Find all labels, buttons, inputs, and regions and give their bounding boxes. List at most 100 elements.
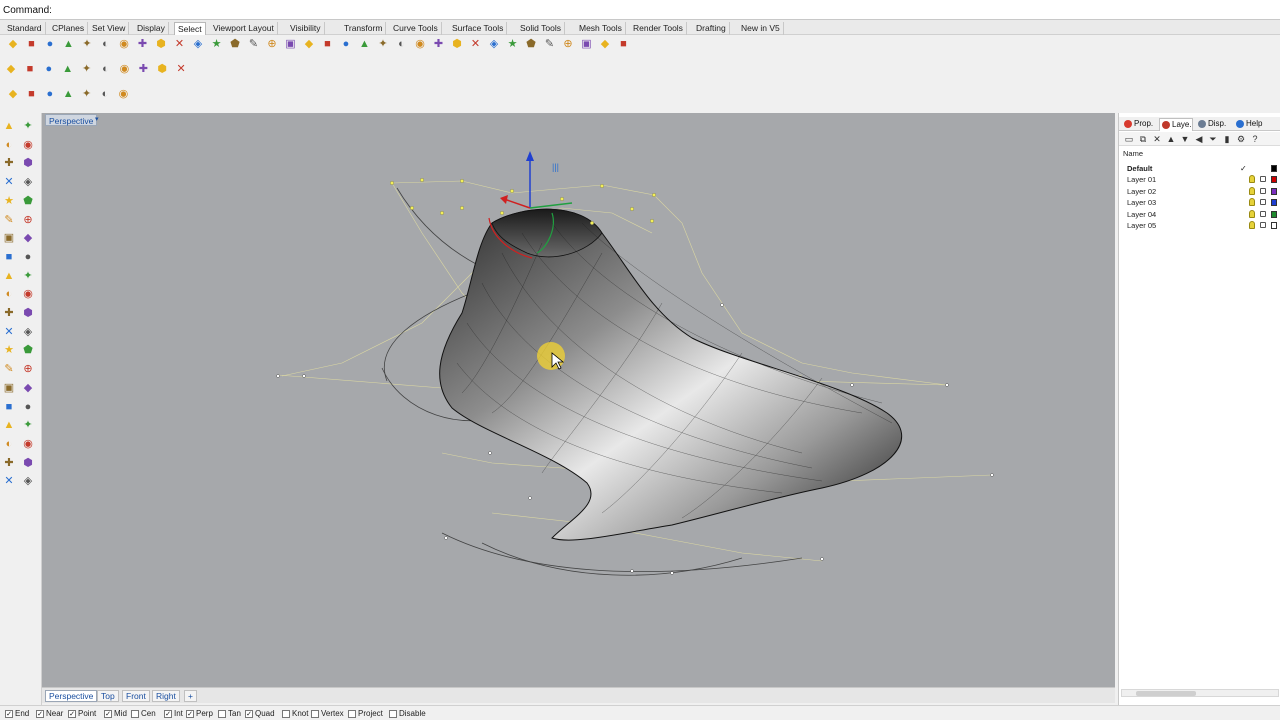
select-color-icon[interactable]: ✎ (247, 37, 261, 51)
toolbar-tab-curve-tools[interactable]: Curve Tools (390, 22, 442, 35)
osnap-checkbox[interactable] (348, 710, 356, 718)
layer-lock-icon[interactable] (1260, 222, 1266, 228)
osnap-checkbox[interactable]: ✓ (164, 710, 172, 718)
viewport-tab-front[interactable]: Front (122, 690, 150, 702)
osnap-checkbox[interactable] (311, 710, 319, 718)
layer-visibility-bulb-icon[interactable] (1249, 186, 1255, 195)
mesh-icon[interactable]: ● (21, 250, 35, 264)
model-surface[interactable]: ||| (42, 113, 1115, 687)
osnap-int[interactable]: ✓ Int (164, 709, 183, 719)
new-sublayer-icon[interactable]: ⧉ (1138, 134, 1148, 144)
directional-light-icon[interactable]: ◉ (116, 87, 130, 101)
select-text-icon[interactable]: ◐ (395, 37, 409, 51)
select-polysurfaces-icon[interactable]: ✕ (173, 37, 187, 51)
curvature-icon[interactable]: ✦ (21, 418, 35, 432)
light-icon[interactable]: ◐ (99, 62, 113, 76)
scale-icon[interactable]: ✕ (2, 325, 16, 339)
toolbar-tab-viewport-layout[interactable]: Viewport Layout (210, 22, 278, 35)
panel-tab-prop[interactable]: Prop. (1122, 118, 1153, 131)
layer-color-swatch[interactable] (1271, 165, 1277, 172)
cylinder-icon[interactable]: ■ (2, 250, 16, 264)
select-brep-icon[interactable]: ⊕ (561, 37, 575, 51)
select-arrow-icon[interactable]: ▲ (2, 119, 16, 133)
sphere-icon[interactable]: ◆ (21, 231, 35, 245)
select-layer-icon[interactable]: ⊕ (265, 37, 279, 51)
panel-scrollbar[interactable] (1121, 689, 1279, 697)
select-open-icon[interactable]: ■ (321, 37, 335, 51)
light-icon[interactable]: ◆ (21, 381, 35, 395)
render-r-icon[interactable]: ● (42, 62, 56, 76)
layer-row[interactable]: Layer 03 (1119, 197, 1280, 208)
polygon-icon[interactable]: ★ (2, 194, 16, 208)
osnap-checkbox[interactable]: ✓ (5, 710, 13, 718)
delete-layer-icon[interactable]: ✕ (1152, 134, 1162, 144)
ellipse-icon[interactable]: ✕ (2, 175, 16, 189)
toolbar-tab-transform[interactable]: Transform (341, 22, 387, 35)
select-lights-icon[interactable]: ◈ (191, 37, 205, 51)
panel-tab-disp[interactable]: Disp. (1196, 118, 1226, 131)
viewport-tab-right[interactable]: Right (152, 690, 180, 702)
move-up-icon[interactable]: ▲ (1166, 134, 1176, 144)
tools-icon[interactable]: ▮ (1222, 134, 1232, 144)
rotate-icon[interactable]: ⬢ (21, 306, 35, 320)
toolbar-tab-cplanes[interactable]: CPlanes (49, 22, 89, 35)
select-all-icon[interactable]: ◆ (6, 37, 20, 51)
osnap-checkbox[interactable]: ✓ (104, 710, 112, 718)
viewport-menu-chevron-icon[interactable]: ▾ (95, 114, 101, 126)
layer-color-swatch[interactable] (1271, 199, 1277, 207)
toolbar-tab-surface-tools[interactable]: Surface Tools (449, 22, 508, 35)
render-settings-icon[interactable]: ⬢ (155, 62, 169, 76)
osnap-checkbox[interactable] (218, 710, 226, 718)
toolbar-tab-mesh-tools[interactable]: Mesh Tools (576, 22, 626, 35)
layer-color-swatch[interactable] (1271, 176, 1277, 184)
osnap-checkbox[interactable]: ✓ (245, 710, 253, 718)
points-icon[interactable]: ✦ (21, 119, 35, 133)
osnap-tan[interactable]: Tan (218, 709, 241, 719)
select-curves-icon[interactable]: ◉ (117, 37, 131, 51)
render-sphere-icon[interactable]: ✕ (174, 62, 188, 76)
layer-lock-icon[interactable] (1260, 210, 1266, 217)
select-lock-icon[interactable]: ▣ (284, 37, 298, 51)
layer-lock-icon[interactable] (1260, 199, 1266, 206)
paint-icon[interactable]: ✕ (2, 474, 16, 488)
edit-icon[interactable]: ✚ (2, 456, 16, 470)
filter-icon[interactable]: ⏷ (1208, 134, 1218, 144)
warning-icon[interactable]: ◈ (21, 474, 35, 488)
scrollbar-thumb[interactable] (1136, 691, 1196, 696)
text-icon[interactable]: ★ (2, 343, 16, 357)
layer-visibility-bulb-icon[interactable] (1249, 209, 1255, 218)
osnap-cen[interactable]: Cen (131, 709, 156, 719)
osnap-checkbox[interactable] (282, 710, 290, 718)
block-icon[interactable]: ✎ (2, 362, 16, 376)
layer-color-swatch[interactable] (1271, 187, 1277, 195)
select-hatch-icon[interactable]: ✚ (432, 37, 446, 51)
curve-icon[interactable]: ◉ (21, 138, 35, 152)
new-layer-icon[interactable]: ▭ (1124, 134, 1134, 144)
select-blocks-icon[interactable]: ✦ (376, 37, 390, 51)
settings-icon[interactable]: ⚙ (1236, 134, 1246, 144)
dimension-icon[interactable]: ⬟ (21, 343, 35, 357)
toolbar-tab-render-tools[interactable]: Render Tools (630, 22, 687, 35)
select-bad-icon[interactable]: ◈ (487, 37, 501, 51)
point-light-icon[interactable]: ◆ (6, 87, 20, 101)
osnap-quad[interactable]: ✓ Quad (245, 709, 275, 719)
select-polylines-icon[interactable]: ✚ (136, 37, 150, 51)
osnap-checkbox[interactable]: ✓ (36, 710, 44, 718)
layer-row[interactable]: Layer 04 (1119, 209, 1280, 220)
grid-icon[interactable]: ■ (2, 400, 16, 414)
viewport-tab-top[interactable]: Top (97, 690, 119, 702)
analyze-icon[interactable]: ▲ (2, 418, 16, 432)
toolbar-tab-standard[interactable]: Standard (4, 22, 46, 35)
osnap-point[interactable]: ✓ Point (68, 709, 96, 719)
osnap-checkbox[interactable]: ✓ (68, 710, 76, 718)
select-cap-icon[interactable]: ▲ (358, 37, 372, 51)
layer-row[interactable]: Layer 02 (1119, 186, 1280, 197)
osnap-perp[interactable]: ✓ Perp (186, 709, 213, 719)
toolbar-tab-display[interactable]: Display (134, 22, 169, 35)
toolbar-tab-visibility[interactable]: Visibility (287, 22, 325, 35)
move-down-icon[interactable]: ▼ (1180, 134, 1190, 144)
viewport-title[interactable]: Perspective (45, 114, 98, 126)
group-icon[interactable]: ⊕ (21, 362, 35, 376)
osnap-project[interactable]: Project (348, 709, 383, 719)
osnap-mid[interactable]: ✓ Mid (104, 709, 127, 719)
